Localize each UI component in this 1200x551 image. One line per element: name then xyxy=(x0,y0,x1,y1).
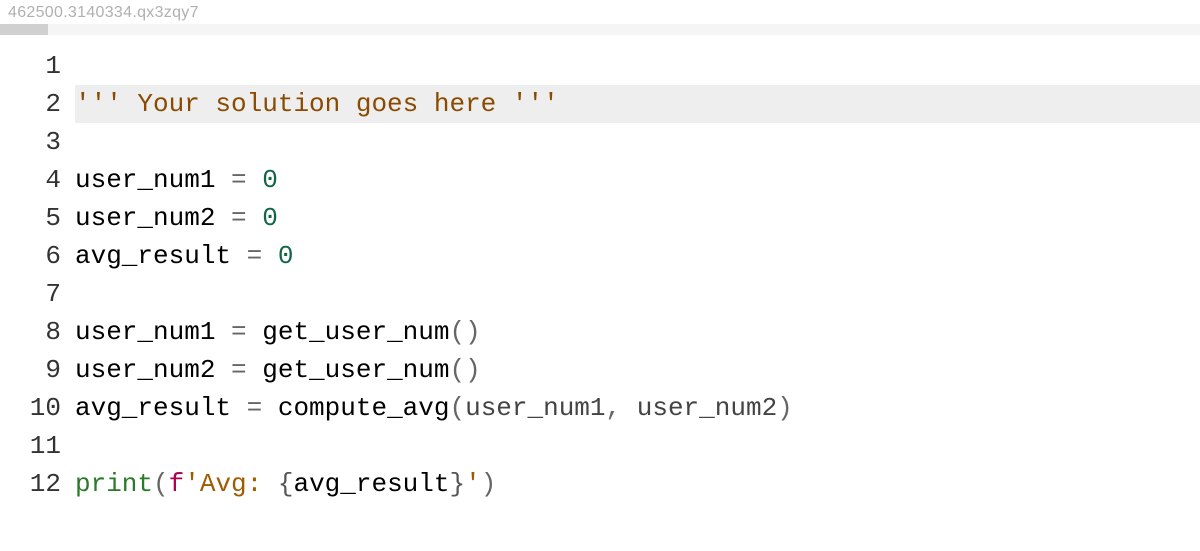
code-token: ' xyxy=(465,469,481,499)
code-token: = xyxy=(247,393,263,423)
code-line[interactable]: 10avg_result = compute_avg(user_num1, us… xyxy=(0,389,1200,427)
code-token: get_user_num xyxy=(247,355,450,385)
code-content[interactable]: avg_result = 0 xyxy=(75,237,1200,275)
code-content[interactable]: user_num2 = get_user_num() xyxy=(75,351,1200,389)
code-token: } xyxy=(450,469,466,499)
line-number: 4 xyxy=(0,161,75,199)
code-token: f xyxy=(169,469,185,499)
line-number: 11 xyxy=(0,427,75,465)
code-token: = xyxy=(247,241,263,271)
file-id-label: 462500.3140334.qx3zqy7 xyxy=(0,0,1200,24)
code-line[interactable]: 2''' Your solution goes here ''' xyxy=(0,85,1200,123)
code-token: ) xyxy=(777,393,793,423)
code-editor[interactable]: 12''' Your solution goes here '''34user_… xyxy=(0,47,1200,503)
line-number: 8 xyxy=(0,313,75,351)
horizontal-scrollbar-track[interactable] xyxy=(0,24,1200,35)
code-content[interactable]: avg_result = compute_avg(user_num1, user… xyxy=(75,389,1200,427)
code-content[interactable]: user_num2 = 0 xyxy=(75,199,1200,237)
line-number: 10 xyxy=(0,389,75,427)
code-token: () xyxy=(449,355,480,385)
code-token: ) xyxy=(481,469,497,499)
line-number: 5 xyxy=(0,199,75,237)
line-number: 2 xyxy=(0,85,75,123)
line-number: 3 xyxy=(0,123,75,161)
code-token: ''' xyxy=(75,89,122,119)
code-token: get_user_num xyxy=(247,317,450,347)
code-line[interactable]: 5user_num2 = 0 xyxy=(0,199,1200,237)
code-token: user_num2 xyxy=(621,393,777,423)
code-token: ( xyxy=(153,469,169,499)
code-content[interactable]: print(f'Avg: {avg_result}') xyxy=(75,465,1200,503)
code-token: user_num1 xyxy=(75,165,231,195)
code-token: () xyxy=(449,317,480,347)
code-content[interactable]: user_num1 = get_user_num() xyxy=(75,313,1200,351)
code-token: compute_avg xyxy=(262,393,449,423)
code-line[interactable]: 12print(f'Avg: {avg_result}') xyxy=(0,465,1200,503)
code-line[interactable]: 11 xyxy=(0,427,1200,465)
code-token: 0 xyxy=(262,165,278,195)
code-token: 0 xyxy=(278,241,294,271)
line-number: 12 xyxy=(0,465,75,503)
line-number: 7 xyxy=(0,275,75,313)
code-token: user_num1 xyxy=(465,393,605,423)
code-token: user_num2 xyxy=(75,203,231,233)
code-token: Your solution goes here xyxy=(122,89,512,119)
code-token: = xyxy=(231,317,247,347)
code-line[interactable]: 8user_num1 = get_user_num() xyxy=(0,313,1200,351)
code-token: 0 xyxy=(262,203,278,233)
code-token: ( xyxy=(449,393,465,423)
code-token xyxy=(262,241,278,271)
code-token: 'Avg: xyxy=(184,469,278,499)
code-token: = xyxy=(231,203,247,233)
line-number: 1 xyxy=(0,47,75,85)
code-token: { xyxy=(278,469,294,499)
code-token: = xyxy=(231,165,247,195)
code-line[interactable]: 6avg_result = 0 xyxy=(0,237,1200,275)
code-line[interactable]: 3 xyxy=(0,123,1200,161)
code-token xyxy=(247,165,263,195)
code-token: avg_result xyxy=(293,469,449,499)
code-line[interactable]: 9user_num2 = get_user_num() xyxy=(0,351,1200,389)
code-line[interactable]: 1 xyxy=(0,47,1200,85)
code-token: , xyxy=(606,393,622,423)
code-token: print xyxy=(75,469,153,499)
code-token: = xyxy=(231,355,247,385)
line-number: 9 xyxy=(0,351,75,389)
code-token: user_num1 xyxy=(75,317,231,347)
code-token: ''' xyxy=(512,89,559,119)
code-token: user_num2 xyxy=(75,355,231,385)
code-content[interactable]: user_num1 = 0 xyxy=(75,161,1200,199)
code-token: avg_result xyxy=(75,241,247,271)
code-content[interactable]: ''' Your solution goes here ''' xyxy=(75,85,1200,123)
code-token: avg_result xyxy=(75,393,247,423)
code-line[interactable]: 4user_num1 = 0 xyxy=(0,161,1200,199)
code-line[interactable]: 7 xyxy=(0,275,1200,313)
code-token xyxy=(247,203,263,233)
line-number: 6 xyxy=(0,237,75,275)
horizontal-scrollbar-thumb[interactable] xyxy=(0,24,48,35)
